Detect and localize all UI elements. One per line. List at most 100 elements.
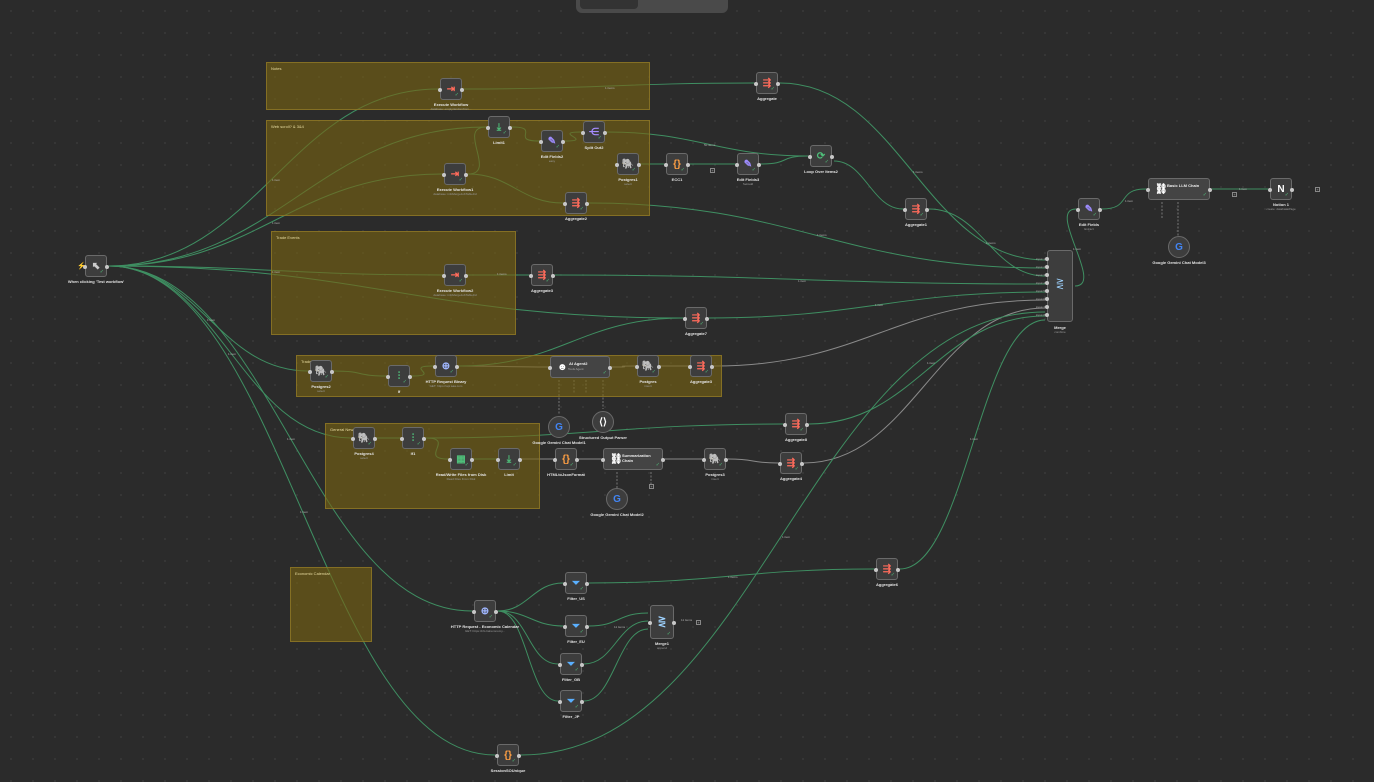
merge1-node[interactable]: ⋛ ✓ — [648, 605, 676, 639]
output-handle[interactable] — [470, 458, 474, 462]
input-handle[interactable] — [1268, 188, 1272, 192]
output-handle[interactable] — [705, 317, 709, 321]
input-handle[interactable] — [648, 621, 652, 625]
output-handle[interactable] — [672, 621, 676, 625]
agg2-node[interactable]: ⇶ ✓ — [563, 192, 589, 214]
input-handle[interactable] — [495, 754, 499, 758]
pg3-node[interactable]: 🐘 ✓ — [702, 448, 728, 470]
input-handle[interactable] — [529, 274, 533, 278]
input-handle[interactable] — [683, 317, 687, 321]
editf3-node[interactable]: ✎ ✓ — [735, 153, 761, 175]
limit-node[interactable]: ⤓ ✓ — [496, 448, 522, 470]
input-handle[interactable] — [472, 610, 476, 614]
editf-node[interactable]: ✎ ✓ — [1076, 198, 1102, 220]
input-handle[interactable] — [664, 163, 668, 167]
agg_yellow-node[interactable]: ⇶ ✓ — [688, 355, 714, 377]
sticky-note[interactable]: Trade Events — [271, 231, 516, 335]
agg4-node[interactable]: ⇶ ✓ — [778, 452, 804, 474]
add-node-plus[interactable]: + — [696, 620, 701, 625]
pg2-node[interactable]: 🐘 ✓ — [308, 360, 334, 382]
ecc1-node[interactable]: {} ✓ — [664, 153, 690, 175]
input-handle[interactable] — [558, 663, 562, 667]
output-handle[interactable] — [776, 82, 780, 86]
basic_llm-node[interactable]: ⛓ Basic LLM Chain ✓ — [1146, 178, 1212, 200]
output-handle[interactable] — [637, 163, 641, 167]
input-handle[interactable] — [778, 462, 782, 466]
input-handle[interactable] — [615, 163, 619, 167]
merge-input-handle[interactable] — [1045, 305, 1049, 309]
input-handle[interactable] — [400, 437, 404, 441]
input-handle[interactable] — [563, 625, 567, 629]
merge-input-handle[interactable] — [1045, 273, 1049, 277]
output-handle[interactable] — [373, 437, 377, 441]
session-node[interactable]: {} ✓ — [495, 744, 521, 766]
merge-input-handle[interactable] — [1045, 313, 1049, 317]
limit1-node[interactable]: ⤓ ✓ — [486, 116, 512, 138]
output-handle[interactable] — [800, 462, 804, 466]
split2-node[interactable]: ⋲ ✓ — [581, 121, 607, 143]
sticky-note[interactable]: Economic Calendar — [290, 567, 372, 642]
output-handle[interactable] — [494, 610, 498, 614]
toolbar-tab[interactable] — [580, 0, 638, 9]
output-handle[interactable] — [896, 568, 900, 572]
output-handle[interactable] — [551, 274, 555, 278]
input-handle[interactable] — [553, 458, 557, 462]
output-handle[interactable] — [657, 365, 661, 369]
output-handle[interactable] — [580, 663, 584, 667]
output-handle[interactable] — [422, 437, 426, 441]
agg3-node[interactable]: ⇶ ✓ — [529, 264, 555, 286]
input-handle[interactable] — [438, 88, 442, 92]
output-handle[interactable] — [757, 163, 761, 167]
summ-node[interactable]: ⛓ Summarization Chain ✓ — [601, 448, 665, 470]
output-handle[interactable] — [464, 173, 468, 177]
output-handle[interactable] — [1290, 188, 1294, 192]
exec_wf1-node[interactable]: ⇥ ✓ — [442, 163, 468, 185]
output-handle[interactable] — [585, 202, 589, 206]
input-handle[interactable] — [1146, 188, 1150, 192]
output-handle[interactable] — [805, 423, 809, 427]
input-handle[interactable] — [874, 568, 878, 572]
output-handle[interactable] — [575, 458, 579, 462]
input-handle[interactable] — [496, 458, 500, 462]
output-handle[interactable] — [585, 582, 589, 586]
input-handle[interactable] — [442, 173, 446, 177]
input-handle[interactable] — [601, 458, 605, 462]
output-handle[interactable] — [686, 163, 690, 167]
input-handle[interactable] — [688, 365, 692, 369]
if1-node[interactable]: ⫶ ✓ — [400, 427, 426, 449]
filter_eu-node[interactable]: ⏷ ✓ — [563, 615, 589, 637]
output-handle[interactable] — [661, 458, 665, 462]
input-handle[interactable] — [783, 423, 787, 427]
output-handle[interactable] — [517, 754, 521, 758]
output-handle[interactable] — [1208, 188, 1212, 192]
filter_gb-node[interactable]: ⏷ ✓ — [558, 653, 584, 675]
input-handle[interactable] — [635, 365, 639, 369]
agg6-node[interactable]: ⇶ ✓ — [874, 558, 900, 580]
input-handle[interactable] — [735, 163, 739, 167]
output-handle[interactable] — [460, 88, 464, 92]
agg_top-node[interactable]: ⇶ ✓ — [754, 72, 780, 94]
input-handle[interactable] — [308, 370, 312, 374]
exec1-node[interactable]: ⇥ ✓ — [438, 78, 464, 100]
pg1-node[interactable]: 🐘 ✓ — [615, 153, 641, 175]
merge-input-handle[interactable] — [1045, 257, 1049, 261]
input-handle[interactable] — [442, 274, 446, 278]
input-handle[interactable] — [548, 366, 552, 370]
input-handle[interactable] — [581, 131, 585, 135]
output-handle[interactable] — [105, 265, 109, 269]
merge-input-handle[interactable] — [1045, 265, 1049, 269]
add-node-plus[interactable]: + — [1232, 192, 1237, 197]
input-handle[interactable] — [702, 458, 706, 462]
pgres-node[interactable]: 🐘 ✓ — [351, 427, 377, 449]
input-handle[interactable] — [563, 582, 567, 586]
agg7-node[interactable]: ⇶ ✓ — [683, 307, 709, 329]
output-handle[interactable] — [1098, 208, 1102, 212]
struct-node[interactable]: ⟨⟩ — [592, 411, 614, 433]
merge-node[interactable]: ⋛ input 1 input 2 input 3 input 4 input 5 inp… — [1036, 250, 1073, 322]
input-handle[interactable] — [448, 458, 452, 462]
merge-input-handle[interactable] — [1045, 289, 1049, 293]
output-handle[interactable] — [603, 131, 607, 135]
input-handle[interactable] — [486, 126, 490, 130]
input-handle[interactable] — [1076, 208, 1080, 212]
input-handle[interactable] — [386, 375, 390, 379]
